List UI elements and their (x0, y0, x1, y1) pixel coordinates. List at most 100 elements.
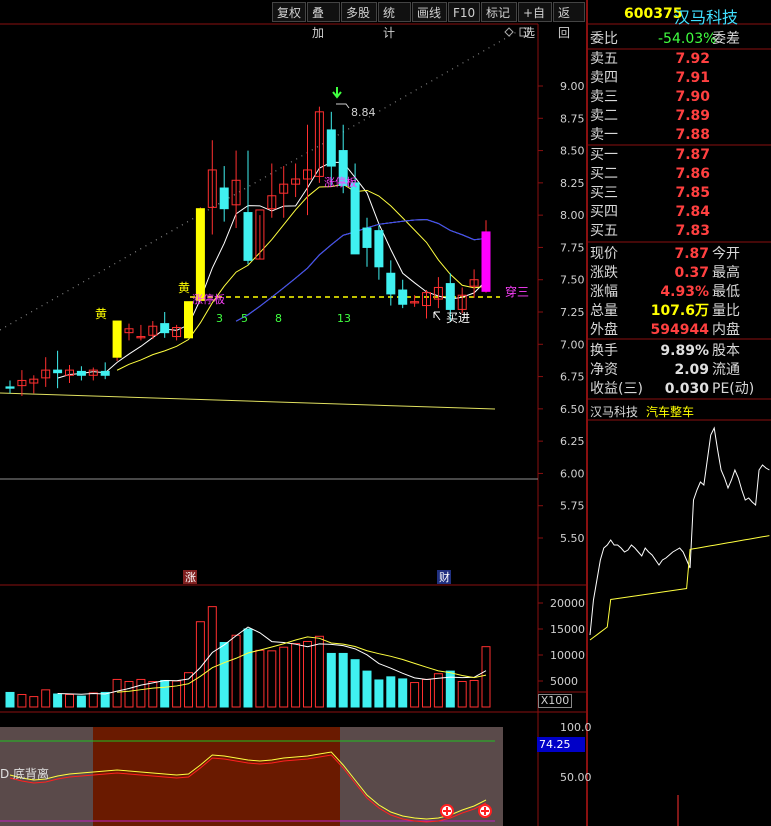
volume-bar (398, 678, 408, 708)
order-level-price: 7.90 (675, 89, 710, 105)
order-book-row: 卖三 7.90 (590, 88, 710, 107)
candle-body (481, 231, 491, 292)
candle-body (5, 386, 15, 389)
order-level-label: 卖四 (590, 70, 618, 86)
stats-value: 9.89% (660, 343, 709, 359)
weibi-row: 委比 -54.03% 委差 (590, 30, 771, 49)
stats-value: 0.030 (664, 381, 709, 397)
quote-label2: 内盘 (712, 322, 740, 338)
indicator-tick-label: 100.0 (560, 721, 592, 734)
price-tick-label: 9.00 (560, 80, 585, 93)
quote-label: 现价 (590, 246, 618, 262)
indicator-tick-label: 50.00 (560, 771, 592, 784)
volume-bar (5, 691, 15, 708)
toolbar-button-8[interactable]: 返回 (553, 2, 585, 40)
event-marker: 财 (439, 570, 450, 584)
toolbar-button-3[interactable]: 统计 (378, 2, 411, 40)
toolbar-button-4[interactable]: 画线 (412, 2, 447, 22)
order-level-price: 7.86 (675, 166, 710, 182)
order-level-price: 7.91 (675, 70, 710, 86)
candle-body (76, 370, 86, 376)
toolbar-button-6[interactable]: 标记 (481, 2, 517, 22)
high-price-label: 8.84 (351, 106, 376, 119)
quote-label2: 最低 (712, 284, 740, 300)
quote-row: 涨跌 0.37 最高 (590, 264, 771, 283)
price-tick-label: 6.25 (560, 435, 585, 448)
order-level-label: 买四 (590, 204, 618, 220)
candle-body (350, 182, 360, 255)
volume-bar (326, 652, 336, 708)
indicator-name: D 底背离 (0, 767, 50, 781)
annotation-label: 涨停板 (192, 292, 225, 306)
price-tick-label: 7.75 (560, 241, 585, 254)
stats-label: 收益(三) (590, 381, 643, 397)
order-level-label: 买二 (590, 166, 618, 182)
candle-body (374, 230, 384, 268)
candle-body (112, 320, 122, 358)
quote-label: 总量 (590, 303, 618, 319)
candle-body (445, 283, 455, 310)
order-level-label: 卖二 (590, 108, 618, 124)
quote-row: 外盘 594944 内盘 (590, 321, 771, 340)
order-book-row: 买五 7.83 (590, 222, 710, 241)
volume-bar (76, 695, 86, 708)
order-book-row: 卖二 7.89 (590, 107, 710, 126)
candle-body (184, 301, 193, 339)
stats-row: 换手 9.89% 股本 (590, 342, 771, 361)
candle-body (160, 323, 170, 334)
annotation-label: 8 (275, 312, 282, 325)
quote-row: 总量 107.6万 量比 (590, 302, 771, 321)
volume-bar (445, 670, 455, 708)
annotation-label: 黄 (178, 281, 190, 295)
order-book-row: 买三 7.85 (590, 184, 710, 203)
volume-bar (386, 676, 396, 708)
toolbar-button-0[interactable]: 复权 (272, 2, 306, 22)
price-tick-label: 6.75 (560, 371, 585, 384)
price-tick-label: 7.50 (560, 274, 585, 287)
indicator-value: 74.25 (537, 737, 585, 752)
order-level-label: 买三 (590, 185, 618, 201)
quote-label2: 最高 (712, 265, 740, 281)
toolbar-button-1[interactable]: 叠加 (307, 2, 340, 40)
volume-tick-label: 15000 (550, 623, 585, 636)
toolbar-button-2[interactable]: 多股 (341, 2, 377, 22)
quote-value: 0.37 (674, 265, 709, 281)
candle-body (100, 370, 110, 376)
toolbar-button-5[interactable]: F10 (448, 2, 480, 22)
order-level-label: 卖三 (590, 89, 618, 105)
stats-label2: 流通 (712, 362, 740, 378)
price-tick-label: 7.25 (560, 306, 585, 319)
candle-body (243, 212, 253, 261)
volume-tick-label: 10000 (550, 649, 585, 662)
stats-label: 净资 (590, 362, 618, 378)
volume-bar (362, 670, 372, 708)
volume-bar (350, 659, 360, 708)
stats-label2: PE(动) (712, 381, 755, 397)
order-book-row: 卖四 7.91 (590, 69, 710, 88)
intraday-header: 汉马科技 汽车整车 (590, 402, 771, 420)
order-level-price: 7.87 (675, 147, 710, 163)
order-level-price: 7.88 (675, 127, 710, 143)
order-book-row: 卖五 7.92 (590, 50, 710, 69)
volume-bar (243, 628, 253, 708)
price-tick-label: 8.25 (560, 177, 585, 190)
order-level-price: 7.85 (675, 185, 710, 201)
order-level-price: 7.89 (675, 108, 710, 124)
quote-value: 107.6万 (650, 303, 709, 319)
annotation-label: 5 (241, 312, 248, 325)
order-book-row: 买一 7.87 (590, 146, 710, 165)
annotation-label: 黄 (95, 307, 107, 321)
price-tick-label: 8.50 (560, 145, 585, 158)
order-book-row: 买四 7.84 (590, 203, 710, 222)
price-tick-label: 6.50 (560, 403, 585, 416)
toolbar-button-7[interactable]: +自选 (518, 2, 552, 40)
stock-name: 汉马科技 (674, 8, 739, 27)
candle-body (195, 208, 205, 301)
candle-body (219, 187, 229, 210)
quote-value: 7.87 (674, 246, 709, 262)
stats-row: 净资 2.09 流通 (590, 361, 771, 380)
quote-label2: 今开 (712, 246, 740, 262)
quote-label2: 量比 (712, 303, 740, 319)
volume-bar (338, 652, 348, 708)
stats-label2: 股本 (712, 343, 740, 359)
